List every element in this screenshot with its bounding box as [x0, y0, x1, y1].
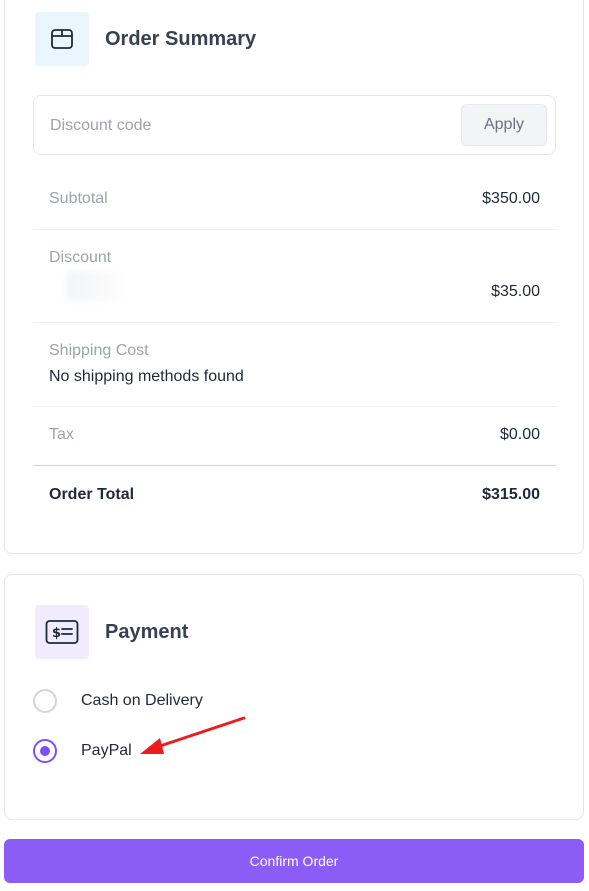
- subtotal-value: $350.00: [482, 190, 540, 207]
- subtotal-label: Subtotal: [49, 190, 108, 207]
- paypal-label: PayPal: [81, 742, 132, 759]
- package-icon: [35, 12, 89, 66]
- order-total-label: Order Total: [49, 486, 135, 503]
- paypal-radio[interactable]: [33, 739, 57, 763]
- tax-label: Tax: [49, 426, 74, 443]
- dollar-bill-icon: $: [35, 605, 89, 659]
- discount-value: $35.00: [491, 283, 540, 300]
- svg-text:$: $: [52, 626, 61, 641]
- discount-code-input[interactable]: [50, 114, 430, 138]
- annotation-arrow-icon: [140, 716, 246, 754]
- order-summary-card: Order Summary Apply Subtotal $350.00 Dis…: [4, 0, 584, 554]
- discount-code-box: Apply: [33, 95, 556, 155]
- shipping-message: No shipping methods found: [49, 368, 244, 385]
- confirm-order-button[interactable]: Confirm Order: [4, 839, 584, 883]
- divider: [33, 322, 556, 323]
- payment-option-paypal[interactable]: PayPal: [33, 739, 132, 763]
- cash-on-delivery-label: Cash on Delivery: [81, 692, 203, 709]
- divider: [33, 406, 556, 407]
- payment-header: $ Payment: [35, 605, 188, 659]
- order-summary-header: Order Summary: [35, 12, 256, 66]
- redacted-discount-code: [66, 271, 126, 301]
- shipping-label: Shipping Cost: [49, 342, 149, 359]
- payment-title: Payment: [105, 620, 189, 643]
- order-total-value: $315.00: [482, 486, 540, 503]
- divider: [33, 229, 556, 230]
- cash-on-delivery-radio[interactable]: [33, 689, 57, 713]
- payment-card: $ Payment Cash on Delivery PayPal: [4, 574, 584, 820]
- tax-value: $0.00: [499, 426, 540, 443]
- total-divider: [33, 465, 556, 466]
- discount-row: Discount $35.00: [33, 249, 556, 309]
- payment-option-cash-on-delivery[interactable]: Cash on Delivery: [33, 689, 203, 713]
- shipping-row: Shipping Cost No shipping methods found: [33, 342, 556, 402]
- order-summary-title: Order Summary: [105, 27, 257, 50]
- discount-label: Discount: [49, 249, 112, 266]
- apply-discount-button[interactable]: Apply: [461, 104, 547, 146]
